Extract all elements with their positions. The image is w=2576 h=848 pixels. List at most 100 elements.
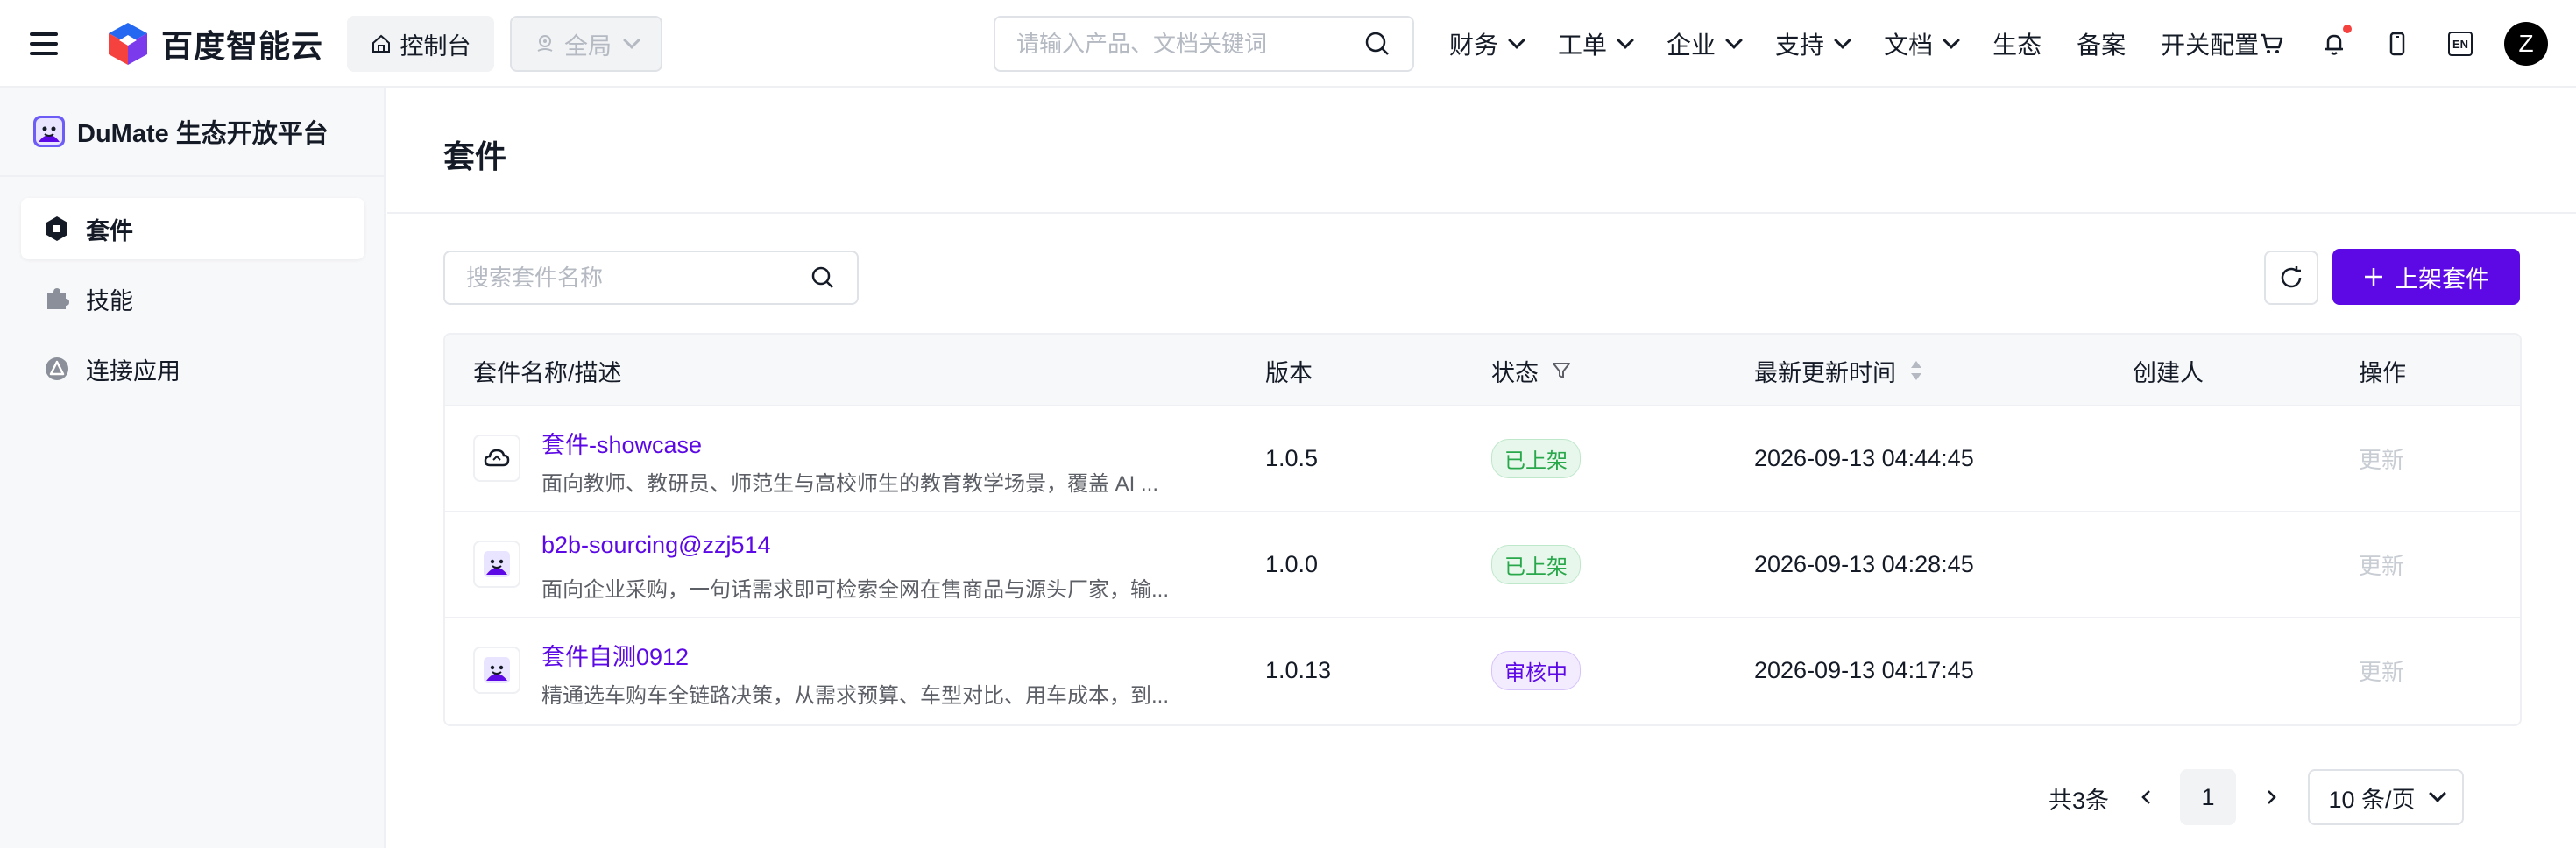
logo-mark-icon bbox=[109, 23, 147, 65]
plus-icon bbox=[2365, 268, 2382, 286]
suite-updated-time: 2026-09-13 04:44:45 bbox=[1754, 445, 1974, 471]
nav-finance[interactable]: 财务 bbox=[1449, 26, 1525, 61]
suite-name-link[interactable]: 套件-showcase bbox=[541, 426, 702, 460]
pagination-total: 共3条 bbox=[2049, 788, 2110, 814]
table-header: 套件名称/描述 版本 状态 最新更新时间 创建人 操作 bbox=[445, 335, 2520, 406]
connect-app-icon bbox=[44, 356, 70, 382]
nav-switch-config[interactable]: 开关配置 bbox=[2161, 26, 2259, 61]
global-search-input[interactable] bbox=[1016, 30, 1363, 58]
chevron-down-icon bbox=[1725, 32, 1743, 49]
table-row: 套件自测0912 精通选车购车全链路决策，从需求预算、车型对比、用车成本，到..… bbox=[445, 618, 2520, 724]
suite-version: 1.0.13 bbox=[1265, 657, 1332, 683]
add-suite-button[interactable]: 上架套件 bbox=[2332, 249, 2520, 305]
suite-name-link[interactable]: b2b-sourcing@zzj514 bbox=[541, 532, 771, 559]
col-name-desc: 套件名称/描述 bbox=[473, 359, 622, 386]
page-number-current[interactable]: 1 bbox=[2180, 769, 2236, 825]
page-size-select[interactable]: 10 条/页 bbox=[2308, 769, 2464, 825]
region-selector[interactable]: 全局 bbox=[510, 16, 662, 72]
page-title: 套件 bbox=[443, 138, 507, 174]
suite-search-input[interactable] bbox=[466, 264, 810, 292]
search-icon[interactable] bbox=[810, 265, 836, 291]
col-status: 状态 bbox=[1491, 335, 1572, 406]
chevron-down-icon bbox=[623, 32, 640, 49]
cloud-suite-icon bbox=[473, 435, 520, 482]
nav-ticket-label: 工单 bbox=[1558, 32, 1608, 59]
status-cell: 已上架 bbox=[1491, 512, 1581, 617]
nav-filing-label: 备案 bbox=[2077, 32, 2127, 59]
refresh-button[interactable] bbox=[2264, 251, 2318, 305]
pagination: 共3条 1 10 条/页 bbox=[387, 769, 2576, 825]
language-en-icon[interactable]: EN bbox=[2445, 28, 2476, 60]
sidebar-item-suite[interactable]: 套件 bbox=[21, 198, 364, 259]
prev-page-icon[interactable] bbox=[2129, 780, 2164, 815]
status-badge: 审核中 bbox=[1491, 651, 1581, 690]
console-button[interactable]: 控制台 bbox=[347, 16, 494, 72]
suite-description: 面向企业采购，一句话需求即可检索全网在售商品与源头厂家，输... bbox=[541, 578, 1170, 602]
update-button[interactable]: 更新 bbox=[2359, 442, 2404, 475]
cart-icon[interactable] bbox=[2255, 28, 2287, 60]
update-action-cell: 更新 bbox=[2359, 406, 2404, 511]
refresh-icon bbox=[2281, 266, 2302, 288]
top-navbar: 百度智能云 控制台 全局 财务 工单 企业 支持 文档 生态 备案 开关配置 bbox=[0, 0, 2576, 88]
nav-ticket[interactable]: 工单 bbox=[1558, 26, 1634, 61]
sidebar-item-connect-app-label: 连接应用 bbox=[86, 357, 180, 385]
sort-icon[interactable] bbox=[1908, 357, 1924, 384]
dumate-icon bbox=[473, 647, 520, 694]
suite-description: 面向教师、教研员、师范生与高校师生的教育教学场景，覆盖 AI ... bbox=[541, 472, 1159, 496]
update-button[interactable]: 更新 bbox=[2359, 548, 2404, 581]
dumate-icon bbox=[473, 541, 520, 588]
table-row: 套件-showcase 面向教师、教研员、师范生与高校师生的教育教学场景，覆盖 … bbox=[445, 406, 2520, 512]
puzzle-icon bbox=[44, 286, 70, 312]
global-search[interactable] bbox=[994, 16, 1414, 72]
update-button[interactable]: 更新 bbox=[2359, 654, 2404, 687]
nav-support[interactable]: 支持 bbox=[1775, 26, 1851, 61]
nav-support-label: 支持 bbox=[1775, 32, 1825, 59]
mobile-icon[interactable] bbox=[2381, 28, 2413, 60]
logo-text: 百度智能云 bbox=[161, 28, 324, 64]
col-action: 操作 bbox=[2359, 359, 2406, 386]
nav-enterprise[interactable]: 企业 bbox=[1667, 26, 1743, 61]
nav-filing[interactable]: 备案 bbox=[2077, 26, 2126, 61]
col-creator: 创建人 bbox=[2133, 359, 2204, 386]
top-nav-icons: EN bbox=[2255, 0, 2476, 88]
sidebar-item-suite-label: 套件 bbox=[86, 217, 133, 244]
update-action-cell: 更新 bbox=[2359, 512, 2404, 617]
home-icon bbox=[372, 34, 390, 53]
suite-version: 1.0.0 bbox=[1265, 551, 1319, 577]
nav-ecosystem[interactable]: 生态 bbox=[1992, 26, 2042, 61]
filter-icon[interactable] bbox=[1551, 360, 1572, 381]
suite-table: 套件名称/描述 版本 状态 最新更新时间 创建人 操作 套件-showcase … bbox=[443, 333, 2522, 726]
suite-search[interactable] bbox=[443, 251, 859, 305]
location-icon bbox=[537, 35, 553, 52]
user-avatar[interactable]: Z bbox=[2504, 22, 2548, 66]
bell-icon[interactable] bbox=[2318, 25, 2352, 60]
col-status-label: 状态 bbox=[1491, 359, 1539, 386]
sidebar-item-skills-label: 技能 bbox=[86, 287, 133, 314]
sidebar: DuMate 生态开放平台 套件 技能 连接应用 bbox=[0, 88, 386, 848]
nav-docs-label: 文档 bbox=[1884, 32, 1934, 59]
sidebar-item-skills[interactable]: 技能 bbox=[21, 268, 364, 329]
suite-name-link[interactable]: 套件自测0912 bbox=[541, 638, 689, 672]
suite-version: 1.0.5 bbox=[1265, 445, 1319, 471]
menu-icon[interactable] bbox=[30, 30, 58, 58]
table-row: b2b-sourcing@zzj514 面向企业采购，一句话需求即可检索全网在售… bbox=[445, 512, 2520, 618]
chevron-down-icon bbox=[1617, 32, 1634, 49]
add-suite-label: 上架套件 bbox=[2395, 265, 2489, 293]
chevron-down-icon bbox=[1943, 32, 1960, 49]
notification-dot bbox=[2343, 25, 2352, 33]
main-content: 套件 上架套件 套件名称/描述 版本 状态 最新更新时间 创建人 操作 bbox=[387, 88, 2576, 848]
sidebar-item-connect-app[interactable]: 连接应用 bbox=[21, 338, 364, 399]
status-badge: 已上架 bbox=[1491, 545, 1581, 584]
nav-enterprise-label: 企业 bbox=[1667, 32, 1716, 59]
nav-docs[interactable]: 文档 bbox=[1884, 26, 1960, 61]
chevron-down-icon bbox=[1834, 32, 1851, 49]
suite-description: 精通选车购车全链路决策，从需求预算、车型对比、用车成本，到... bbox=[541, 684, 1170, 708]
nav-ecosystem-label: 生态 bbox=[1992, 32, 2042, 59]
page-size-label: 10 条/页 bbox=[2328, 786, 2416, 813]
next-page-icon[interactable] bbox=[2254, 780, 2289, 815]
language-label: EN bbox=[2448, 32, 2473, 56]
dumate-logo-icon bbox=[33, 116, 65, 147]
search-icon[interactable] bbox=[1363, 30, 1391, 58]
baidu-cloud-logo[interactable]: 百度智能云 bbox=[105, 21, 323, 67]
sidebar-title: DuMate 生态开放平台 bbox=[77, 120, 329, 148]
